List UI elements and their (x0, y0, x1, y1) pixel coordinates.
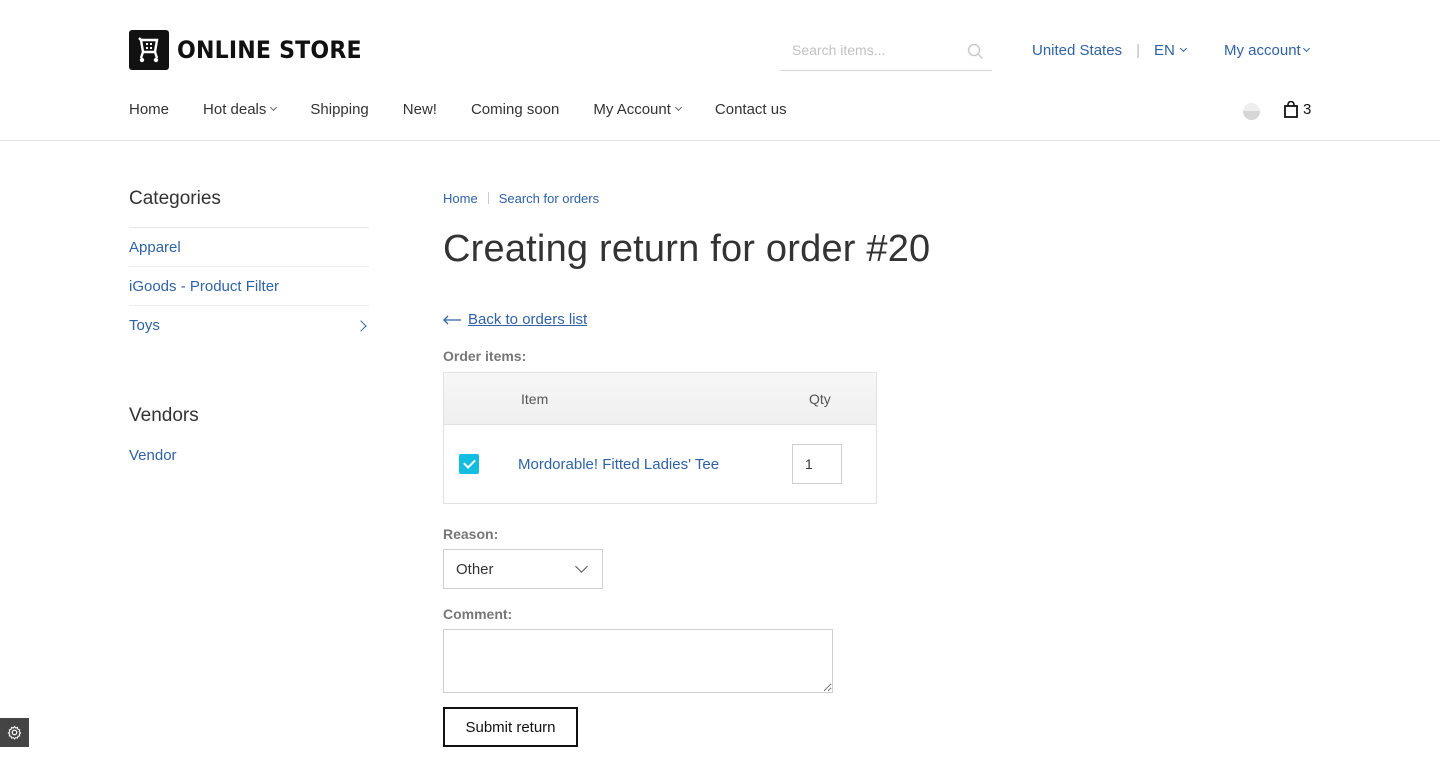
locale-divider: | (1136, 42, 1140, 59)
gear-icon (7, 725, 22, 740)
order-items-label: Order items: (443, 348, 527, 364)
back-to-orders: Back to orders list (443, 311, 1003, 328)
logo-text: ONLINE STORE (177, 36, 362, 64)
categories-title: Categories (129, 188, 369, 228)
store-logo[interactable]: ONLINE STORE (129, 30, 378, 70)
site-header: ONLINE STORE United States | EN My accou… (0, 0, 1440, 141)
comment-textarea[interactable] (443, 629, 833, 693)
nav-item-coming-soon[interactable]: Coming soon (471, 101, 559, 118)
nav-label: Shipping (310, 101, 369, 118)
reason-selected-value: Other (456, 560, 494, 578)
nav-item-contact-us[interactable]: Contact us (715, 101, 787, 118)
page-title: Creating return for order #20 (443, 228, 931, 270)
chevron-down-icon (575, 560, 588, 573)
my-account-menu[interactable]: My account (1224, 42, 1310, 59)
nav-label: Hot deals (203, 101, 267, 118)
category-item-igoods[interactable]: iGoods - Product Filter (129, 267, 369, 306)
category-list: Apparel iGoods - Product Filter Toys (129, 228, 369, 345)
locale-selector: United States | EN (1032, 42, 1187, 59)
table-row: Mordorable! Fitted Ladies' Tee (444, 425, 876, 503)
breadcrumb: Home Search for orders (443, 188, 1003, 208)
chevron-right-icon[interactable] (355, 319, 367, 332)
nav-item-hot-deals[interactable]: Hot deals (203, 101, 278, 118)
column-header-item: Item (521, 390, 549, 407)
nav-label: Contact us (714, 101, 787, 118)
table-header: Item Qty (444, 373, 876, 425)
language-selector[interactable]: EN (1153, 42, 1187, 59)
reason-label: Reason: (443, 526, 499, 542)
category-label: Apparel (129, 238, 181, 256)
main-content: Home Search for orders Creating return f… (443, 188, 1003, 747)
cart-count: 3 (1303, 101, 1312, 118)
breadcrumb-home[interactable]: Home (443, 191, 478, 206)
country-selector[interactable]: United States (1032, 42, 1122, 59)
nav-label: New! (402, 101, 437, 118)
nav-label: Coming soon (470, 101, 560, 118)
nav-item-shipping[interactable]: Shipping (310, 101, 368, 118)
breadcrumb-search-orders[interactable]: Search for orders (499, 191, 599, 206)
reason-select[interactable]: Other (443, 549, 603, 589)
search-input[interactable] (780, 31, 950, 69)
category-label: Toys (129, 317, 160, 334)
item-name-link[interactable]: Mordorable! Fitted Ladies' Tee (518, 456, 772, 473)
category-label: iGoods - Product Filter (129, 277, 280, 295)
item-checkbox[interactable] (459, 454, 479, 474)
chevron-down-icon (674, 103, 682, 112)
order-items-table: Item Qty Mordorable! Fitted Ladies' Tee (443, 372, 877, 504)
categories-sidebar: Categories Apparel iGoods - Product Filt… (129, 188, 369, 345)
back-to-orders-link[interactable]: Back to orders list (468, 311, 587, 328)
breadcrumb-divider (487, 192, 489, 204)
my-account-label: My account (1224, 42, 1301, 59)
search-icon[interactable] (967, 43, 984, 60)
vendor-item[interactable]: Vendor (129, 447, 177, 464)
nav-label: Home (129, 101, 170, 118)
column-header-qty: Qty (809, 390, 831, 407)
search-box (780, 31, 992, 71)
cart-button[interactable]: 3 (1284, 101, 1311, 118)
settings-button[interactable] (0, 718, 29, 747)
submit-return-button[interactable]: Submit return (443, 707, 578, 747)
shopping-bag-icon (1284, 101, 1298, 118)
theme-toggle-icon[interactable] (1243, 103, 1260, 120)
vendors-sidebar: Vendors Vendor (129, 405, 369, 465)
language-label: EN (1153, 42, 1175, 59)
category-item-toys[interactable]: Toys (129, 306, 369, 345)
chevron-down-icon (270, 103, 278, 112)
chevron-down-icon (1302, 44, 1310, 53)
main-nav: Home Hot deals Shipping New! Coming soon… (129, 101, 821, 118)
nav-item-my-account[interactable]: My Account (593, 101, 682, 118)
nav-item-home[interactable]: Home (129, 101, 169, 118)
nav-item-new[interactable]: New! (403, 101, 437, 118)
chevron-down-icon (1179, 44, 1187, 53)
nav-label: My Account (593, 101, 671, 118)
cart-logo-icon (129, 30, 169, 70)
arrow-left-icon[interactable] (443, 315, 462, 325)
qty-input[interactable] (792, 444, 842, 484)
category-item-apparel[interactable]: Apparel (129, 228, 369, 267)
vendors-title: Vendors (129, 405, 199, 426)
comment-label: Comment: (443, 606, 513, 622)
